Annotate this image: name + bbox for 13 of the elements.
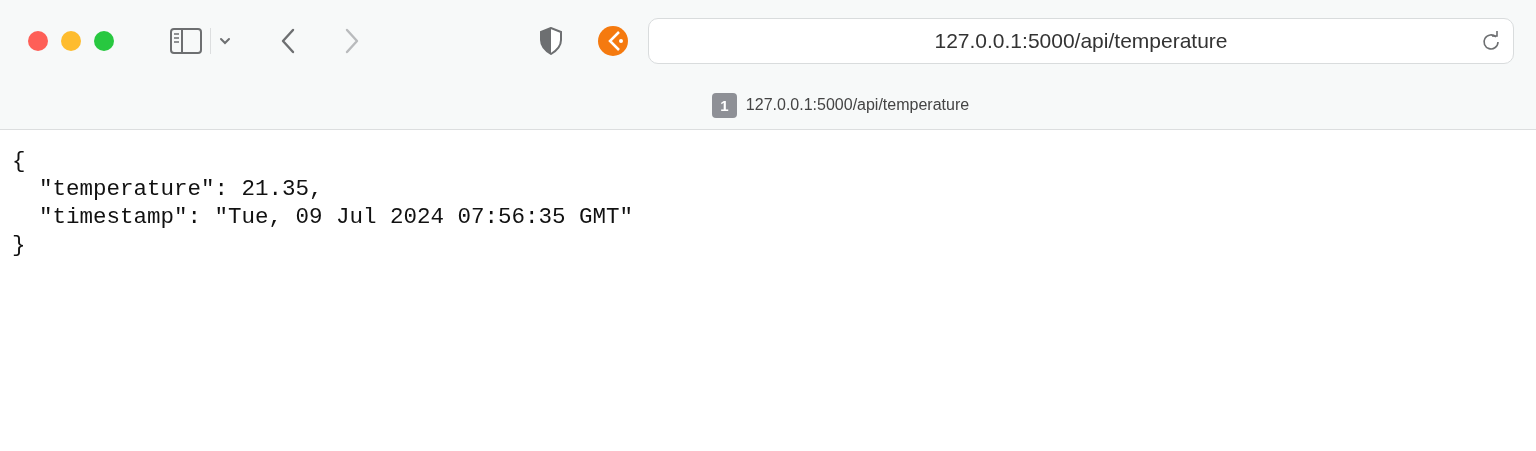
sidebar-icon[interactable] [170, 28, 202, 54]
address-bar[interactable]: 127.0.0.1:5000/api/temperature [648, 18, 1514, 64]
json-line: } [12, 231, 26, 259]
json-line: "timestamp": "Tue, 09 Jul 2024 07:56:35 GMT" [38, 203, 634, 231]
json-line: { [12, 147, 26, 175]
extension-icon[interactable] [598, 26, 628, 56]
tab-title[interactable]: 127.0.0.1:5000/api/temperature [745, 96, 970, 114]
close-button[interactable] [28, 31, 48, 51]
json-line: "temperature": 21.35, [38, 175, 323, 203]
tab-badge: 1 [711, 92, 737, 118]
shield-icon[interactable] [539, 27, 563, 55]
reload-icon[interactable] [1481, 31, 1501, 51]
chevron-down-icon[interactable] [219, 37, 231, 45]
